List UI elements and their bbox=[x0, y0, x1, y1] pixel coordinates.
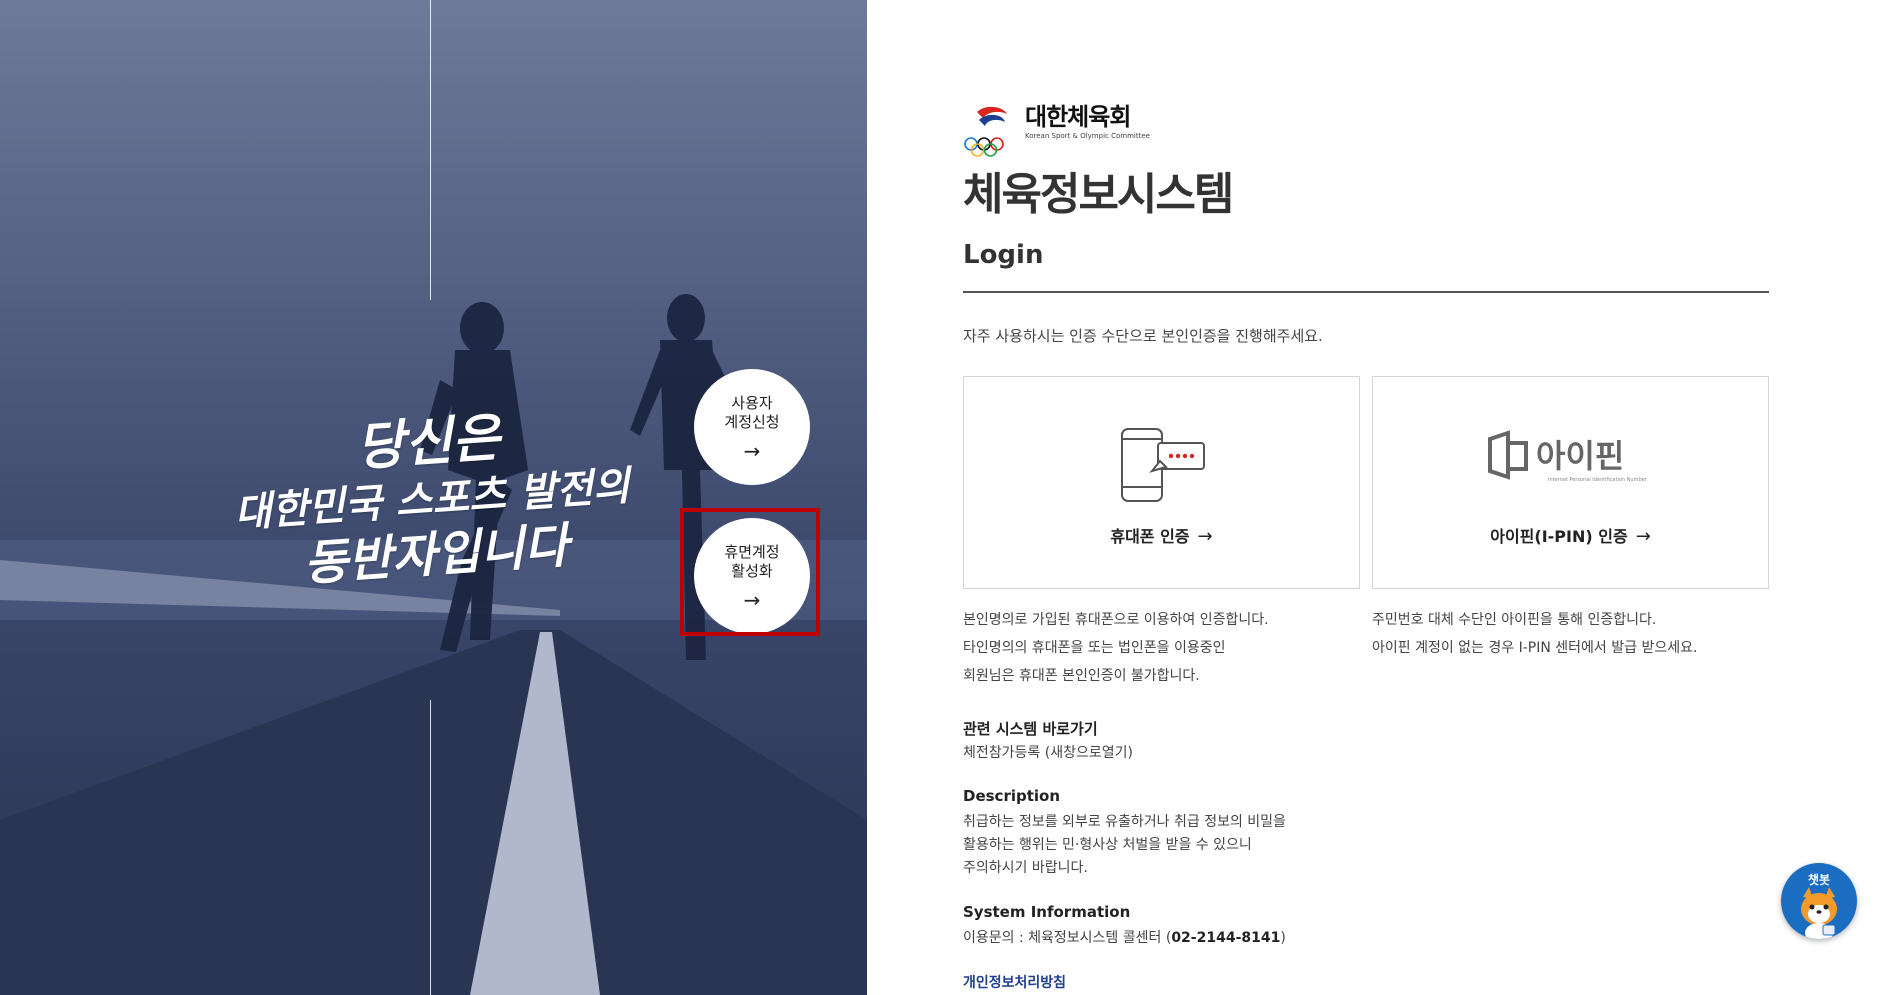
description-text: 취급하는 정보를 외부로 유출하거나 취급 정보의 비밀을 활용하는 행위는 민… bbox=[963, 811, 1286, 880]
auth-intro-text: 자주 사용하시는 인증 수단으로 본인인증을 진행해주세요. bbox=[963, 327, 1323, 345]
ipin-logo-subtitle: Internet Personal Identification Number bbox=[1548, 477, 1648, 483]
related-system-link[interactable]: 체전참가등록 (새창으로열기) bbox=[963, 742, 1133, 765]
ipin-logo-text: 아이핀 bbox=[1536, 437, 1624, 475]
system-info-text: 이용문의 : 체육정보시스템 콜센터 (02-2144-8141) bbox=[963, 927, 1286, 950]
divider bbox=[963, 291, 1769, 293]
login-heading: Login bbox=[963, 240, 1044, 270]
related-systems-heading: 관련 시스템 바로가기 bbox=[963, 720, 1098, 738]
description-line: 활용하는 행위는 민·형사상 처벌을 받을 수 있으니 bbox=[963, 837, 1252, 853]
privacy-policy-link[interactable]: 개인정보처리방침 bbox=[963, 972, 1066, 992]
ksoc-logo: 대한체육회 Korean Sport & Olympic Committee bbox=[963, 104, 1183, 160]
account-request-label: 사용자 계정신청 bbox=[724, 393, 780, 432]
mascot-icon bbox=[1801, 887, 1837, 939]
hero-slogan: 당신은 대한민국 스포츠 발전의 동반자입니다 bbox=[226, 396, 637, 598]
arrow-right-icon: → bbox=[743, 438, 761, 463]
login-panel: 대한체육회 Korean Sport & Olympic Committee 체… bbox=[963, 0, 1769, 995]
hero-panel: 당신은 대한민국 스포츠 발전의 동반자입니다 사용자 계정신청 → 휴면계정 … bbox=[0, 0, 867, 995]
page-title: 체육정보시스템 bbox=[963, 169, 1234, 220]
ipin-desc-line: 아이핀 계정이 없는 경우 I-PIN 센터에서 발급 받으세요. bbox=[1372, 640, 1698, 656]
phone-desc-line: 본인명의로 가입된 휴대폰으로 이용하여 인증합니다. bbox=[963, 612, 1269, 628]
phone-auth-text: 휴대폰 인증 bbox=[1110, 527, 1190, 546]
arrow-right-icon: → bbox=[1635, 526, 1651, 547]
phone-desc-line: 타인명의의 휴대폰을 또는 법인폰을 이용중인 bbox=[963, 640, 1226, 656]
description-heading: Description bbox=[963, 787, 1061, 805]
chatbot-label: 챗봇 bbox=[1807, 873, 1831, 887]
dormant-account-label: 휴면계정 활성화 bbox=[724, 542, 780, 581]
ipin-auth-label: 아이핀(I-PIN) 인증 → bbox=[1373, 523, 1768, 547]
arrow-right-icon: → bbox=[743, 587, 761, 612]
ipin-auth-text: 아이핀(I-PIN) 인증 bbox=[1490, 527, 1628, 546]
decorative-line-bottom bbox=[430, 700, 431, 995]
phone-auth-label: 휴대폰 인증 → bbox=[964, 523, 1359, 547]
logo-name: 대한체육회 bbox=[1025, 103, 1131, 131]
account-request-button[interactable]: 사용자 계정신청 → bbox=[694, 369, 810, 485]
ipin-auth-description: 주민번호 대체 수단인 아이핀을 통해 인증합니다. 아이핀 계정이 없는 경우… bbox=[1372, 606, 1769, 662]
ipin-logo-icon: 아이핀 Internet Personal Identification Num… bbox=[1487, 430, 1648, 483]
system-info-heading: System Information bbox=[963, 903, 1131, 921]
contact-prefix: 이용문의 : 체육정보시스템 콜센터 ( bbox=[963, 930, 1172, 946]
phone-auth-card[interactable]: 휴대폰 인증 → bbox=[963, 376, 1360, 589]
ksoc-emblem-icon bbox=[964, 106, 1007, 157]
contact-suffix: ) bbox=[1280, 930, 1286, 946]
contact-phone: 02-2144-8141 bbox=[1171, 930, 1281, 946]
mobile-phone-message-icon bbox=[1120, 428, 1205, 502]
chatbot-button[interactable]: 챗봇 bbox=[1781, 863, 1857, 939]
description-line: 주의하시기 바랍니다. bbox=[963, 860, 1088, 876]
description-line: 취급하는 정보를 외부로 유출하거나 취급 정보의 비밀을 bbox=[963, 814, 1286, 830]
logo-subtitle: Korean Sport & Olympic Committee bbox=[1025, 132, 1150, 141]
ipin-auth-card[interactable]: 아이핀 Internet Personal Identification Num… bbox=[1372, 376, 1769, 589]
arrow-right-icon: → bbox=[1197, 526, 1213, 547]
decorative-line-top bbox=[430, 0, 431, 300]
ipin-desc-line: 주민번호 대체 수단인 아이핀을 통해 인증합니다. bbox=[1372, 612, 1657, 628]
dormant-account-activation-button[interactable]: 휴면계정 활성화 → bbox=[694, 518, 810, 634]
phone-desc-line: 회원님은 휴대폰 본인인증이 불가합니다. bbox=[963, 668, 1200, 684]
phone-auth-description: 본인명의로 가입된 휴대폰으로 이용하여 인증합니다. 타인명의의 휴대폰을 또… bbox=[963, 606, 1360, 690]
